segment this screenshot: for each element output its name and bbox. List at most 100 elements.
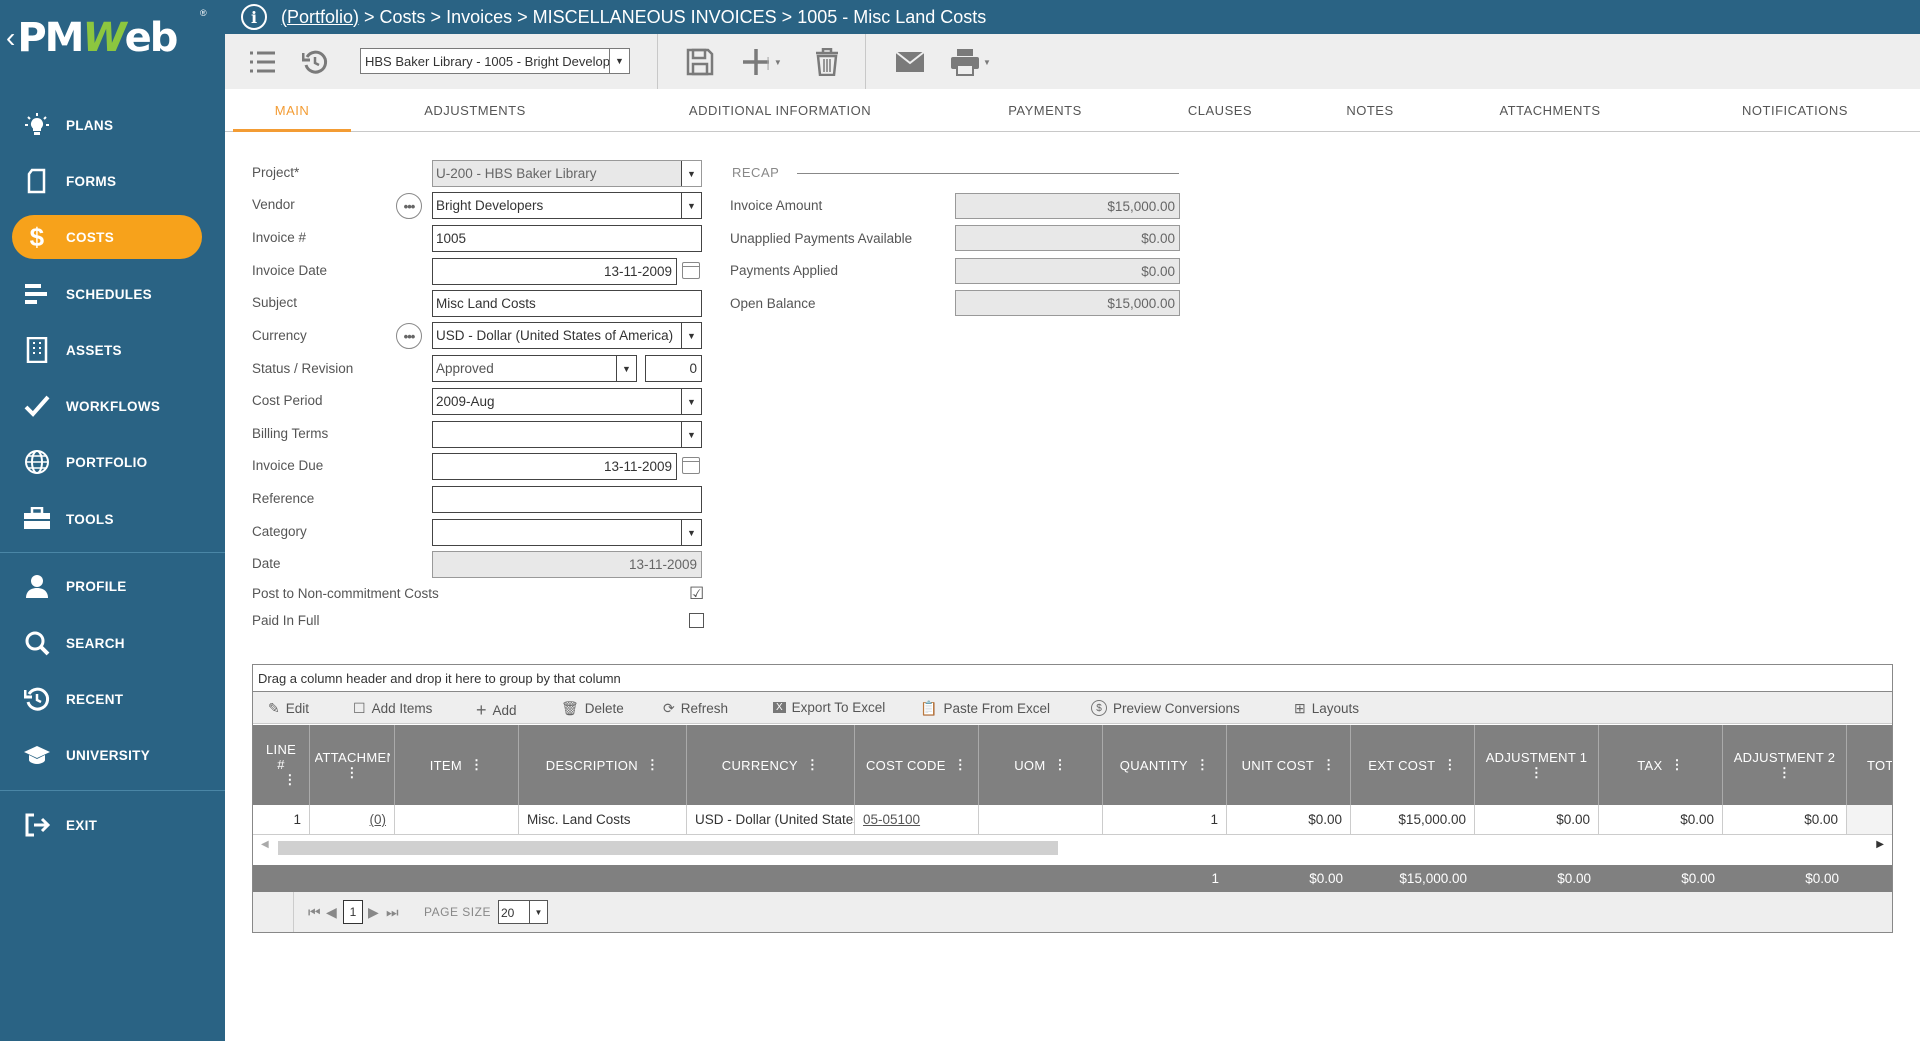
column-menu-icon[interactable]: ⋮ bbox=[1053, 757, 1066, 773]
sidebar-item-costs[interactable]: $ COSTS bbox=[12, 215, 202, 259]
cost-period-select[interactable]: 2009-Aug ▼ bbox=[432, 388, 702, 415]
column-header-unit-cost[interactable]: UNIT COST ⋮ bbox=[1227, 725, 1351, 805]
cost-code-link[interactable]: 05-05100 bbox=[863, 812, 920, 827]
revision-field[interactable]: 0 bbox=[645, 355, 702, 382]
column-header-adjustment-1[interactable]: ADJUSTMENT 1 ⋮ bbox=[1475, 725, 1599, 805]
page-number-field[interactable]: 1 bbox=[343, 900, 363, 924]
grid-add-button[interactable]: + Add bbox=[476, 700, 517, 721]
grid-delete-button[interactable]: 🗑 Delete bbox=[561, 700, 624, 717]
vendor-more-icon[interactable]: ••• bbox=[396, 193, 422, 219]
billing-terms-select[interactable]: ▼ bbox=[432, 421, 702, 448]
column-header-tax[interactable]: TAX ⋮ bbox=[1599, 725, 1723, 805]
category-select[interactable]: ▼ bbox=[432, 519, 702, 546]
column-header-ext-cost[interactable]: EXT COST ⋮ bbox=[1351, 725, 1475, 805]
grid-export-excel-button[interactable]: X Export To Excel bbox=[773, 700, 885, 715]
email-icon[interactable] bbox=[894, 46, 926, 78]
currency-more-icon[interactable]: ••• bbox=[396, 323, 422, 349]
tab-notifications[interactable]: NOTIFICATIONS bbox=[1725, 89, 1865, 132]
record-select[interactable]: HBS Baker Library - 1005 - Bright Develo… bbox=[360, 48, 630, 74]
calendar-icon[interactable] bbox=[682, 457, 700, 474]
page-size-select[interactable]: 20 ▼ bbox=[498, 900, 548, 924]
grid-preview-conversions-button[interactable]: $ Preview Conversions bbox=[1091, 700, 1240, 716]
group-by-drop-zone[interactable]: Drag a column header and drop it here to… bbox=[253, 665, 1892, 692]
project-select[interactable]: U-200 - HBS Baker Library ▼ bbox=[432, 160, 702, 187]
currency-select[interactable]: USD - Dollar (United States of America) … bbox=[432, 322, 702, 349]
sidebar-item-forms[interactable]: FORMS bbox=[12, 159, 202, 203]
subject-field[interactable]: Misc Land Costs bbox=[432, 290, 702, 317]
tab-payments[interactable]: PAYMENTS bbox=[985, 89, 1105, 132]
column-header-adjustment-2[interactable]: ADJUSTMENT 2 ⋮ bbox=[1723, 725, 1847, 805]
invoice-number-field[interactable]: 1005 bbox=[432, 225, 702, 252]
table-row[interactable]: 1 (0) Misc. Land Costs USD - Dollar (Uni… bbox=[253, 805, 1892, 835]
column-header-item[interactable]: ITEM ⋮ bbox=[395, 725, 519, 805]
sidebar-item-workflows[interactable]: WORKFLOWS bbox=[12, 384, 202, 428]
tab-clauses[interactable]: CLAUSES bbox=[1165, 89, 1275, 132]
sidebar-item-exit[interactable]: EXIT bbox=[12, 803, 202, 847]
horizontal-scrollbar[interactable]: ◀ ▶ bbox=[253, 835, 1892, 859]
sidebar-item-assets[interactable]: ASSETS bbox=[12, 328, 202, 372]
first-page-icon[interactable]: ⏮ bbox=[308, 904, 321, 921]
column-header-line[interactable]: LINE # ⋮ bbox=[253, 725, 310, 805]
column-menu-icon[interactable]: ⋮ bbox=[1196, 757, 1209, 773]
grid-refresh-button[interactable]: ⟳ Refresh bbox=[663, 700, 728, 717]
tab-notes[interactable]: NOTES bbox=[1320, 89, 1420, 132]
tab-main[interactable]: MAIN bbox=[233, 89, 351, 132]
column-menu-icon[interactable]: ⋮ bbox=[470, 757, 483, 773]
grid-edit-button[interactable]: ✎ Edit bbox=[268, 700, 309, 717]
sidebar-item-plans[interactable]: PLANS bbox=[12, 103, 202, 147]
column-menu-icon[interactable]: ⋮ bbox=[646, 757, 659, 773]
column-header-description[interactable]: DESCRIPTION ⋮ bbox=[519, 725, 687, 805]
invoice-due-field[interactable]: 13-11-2009 bbox=[432, 453, 677, 480]
history-icon[interactable] bbox=[299, 46, 331, 78]
column-menu-icon[interactable]: ⋮ bbox=[1670, 757, 1683, 773]
column-menu-icon[interactable]: ⋮ bbox=[345, 765, 358, 781]
sidebar-item-university[interactable]: UNIVERSITY bbox=[12, 733, 202, 777]
column-menu-icon[interactable]: ⋮ bbox=[806, 757, 819, 773]
info-icon[interactable]: i bbox=[241, 4, 267, 30]
pmweb-logo[interactable]: ‹ PMWeb ® bbox=[0, 0, 225, 75]
list-icon[interactable] bbox=[247, 46, 279, 78]
column-menu-icon[interactable]: ⋮ bbox=[283, 772, 296, 788]
add-dropdown-chevron-icon[interactable]: | ▼ bbox=[764, 46, 784, 78]
tab-additional-information[interactable]: ADDITIONAL INFORMATION bbox=[645, 89, 915, 132]
sidebar-item-recent[interactable]: RECENT bbox=[12, 677, 202, 721]
column-menu-icon[interactable]: ⋮ bbox=[1443, 757, 1456, 773]
column-header-cost-code[interactable]: COST CODE ⋮ bbox=[855, 725, 979, 805]
tab-attachments[interactable]: ATTACHMENTS bbox=[1485, 89, 1615, 132]
scrollbar-thumb[interactable] bbox=[278, 841, 1058, 855]
sidebar-item-tools[interactable]: TOOLS bbox=[12, 497, 202, 541]
grid-paste-excel-button[interactable]: 📋 Paste From Excel bbox=[920, 700, 1050, 717]
calendar-icon[interactable] bbox=[682, 262, 700, 279]
attachments-link[interactable]: (0) bbox=[370, 812, 387, 827]
sidebar-item-search[interactable]: SEARCH bbox=[12, 621, 202, 665]
post-non-commitment-checkbox[interactable]: ☑ bbox=[689, 585, 704, 602]
reference-field[interactable] bbox=[432, 486, 702, 513]
column-menu-icon[interactable]: ⋮ bbox=[954, 757, 967, 773]
column-menu-icon[interactable]: ⋮ bbox=[1530, 765, 1543, 781]
column-header-attachments[interactable]: ATTACHMENTS⋮ bbox=[310, 725, 395, 805]
column-header-quantity[interactable]: QUANTITY ⋮ bbox=[1103, 725, 1227, 805]
save-icon[interactable] bbox=[684, 46, 716, 78]
column-header-currency[interactable]: CURRENCY ⋮ bbox=[687, 725, 855, 805]
column-menu-icon[interactable]: ⋮ bbox=[1322, 757, 1335, 773]
column-header-uom[interactable]: UOM ⋮ bbox=[979, 725, 1103, 805]
column-menu-icon[interactable]: ⋮ bbox=[1778, 765, 1791, 781]
sidebar-item-portfolio[interactable]: PORTFOLIO bbox=[12, 440, 202, 484]
next-page-icon[interactable]: ▶ bbox=[368, 904, 379, 921]
invoice-date-field[interactable]: 13-11-2009 bbox=[432, 258, 677, 285]
grid-add-items-button[interactable]: ☐ Add Items bbox=[353, 700, 432, 717]
delete-icon[interactable] bbox=[811, 46, 843, 78]
last-page-icon[interactable]: ⏭ bbox=[386, 904, 399, 921]
paid-in-full-checkbox[interactable] bbox=[689, 613, 704, 628]
print-dropdown-chevron-icon[interactable]: ▼ bbox=[977, 46, 997, 78]
grid-layouts-button[interactable]: ⊞ Layouts bbox=[1294, 700, 1359, 717]
tab-adjustments[interactable]: ADJUSTMENTS bbox=[395, 89, 555, 132]
previous-page-icon[interactable]: ◀ bbox=[326, 904, 337, 921]
breadcrumb-portfolio-link[interactable]: (Portfolio) bbox=[281, 7, 359, 28]
sidebar-item-profile[interactable]: PROFILE bbox=[12, 564, 202, 608]
scroll-left-arrow-icon[interactable]: ◀ bbox=[261, 839, 269, 850]
status-select[interactable]: Approved ▼ bbox=[432, 355, 637, 382]
vendor-select[interactable]: Bright Developers ▼ bbox=[432, 192, 702, 219]
scroll-right-arrow-icon[interactable]: ▶ bbox=[1876, 839, 1884, 850]
sidebar-item-schedules[interactable]: SCHEDULES bbox=[12, 272, 202, 316]
